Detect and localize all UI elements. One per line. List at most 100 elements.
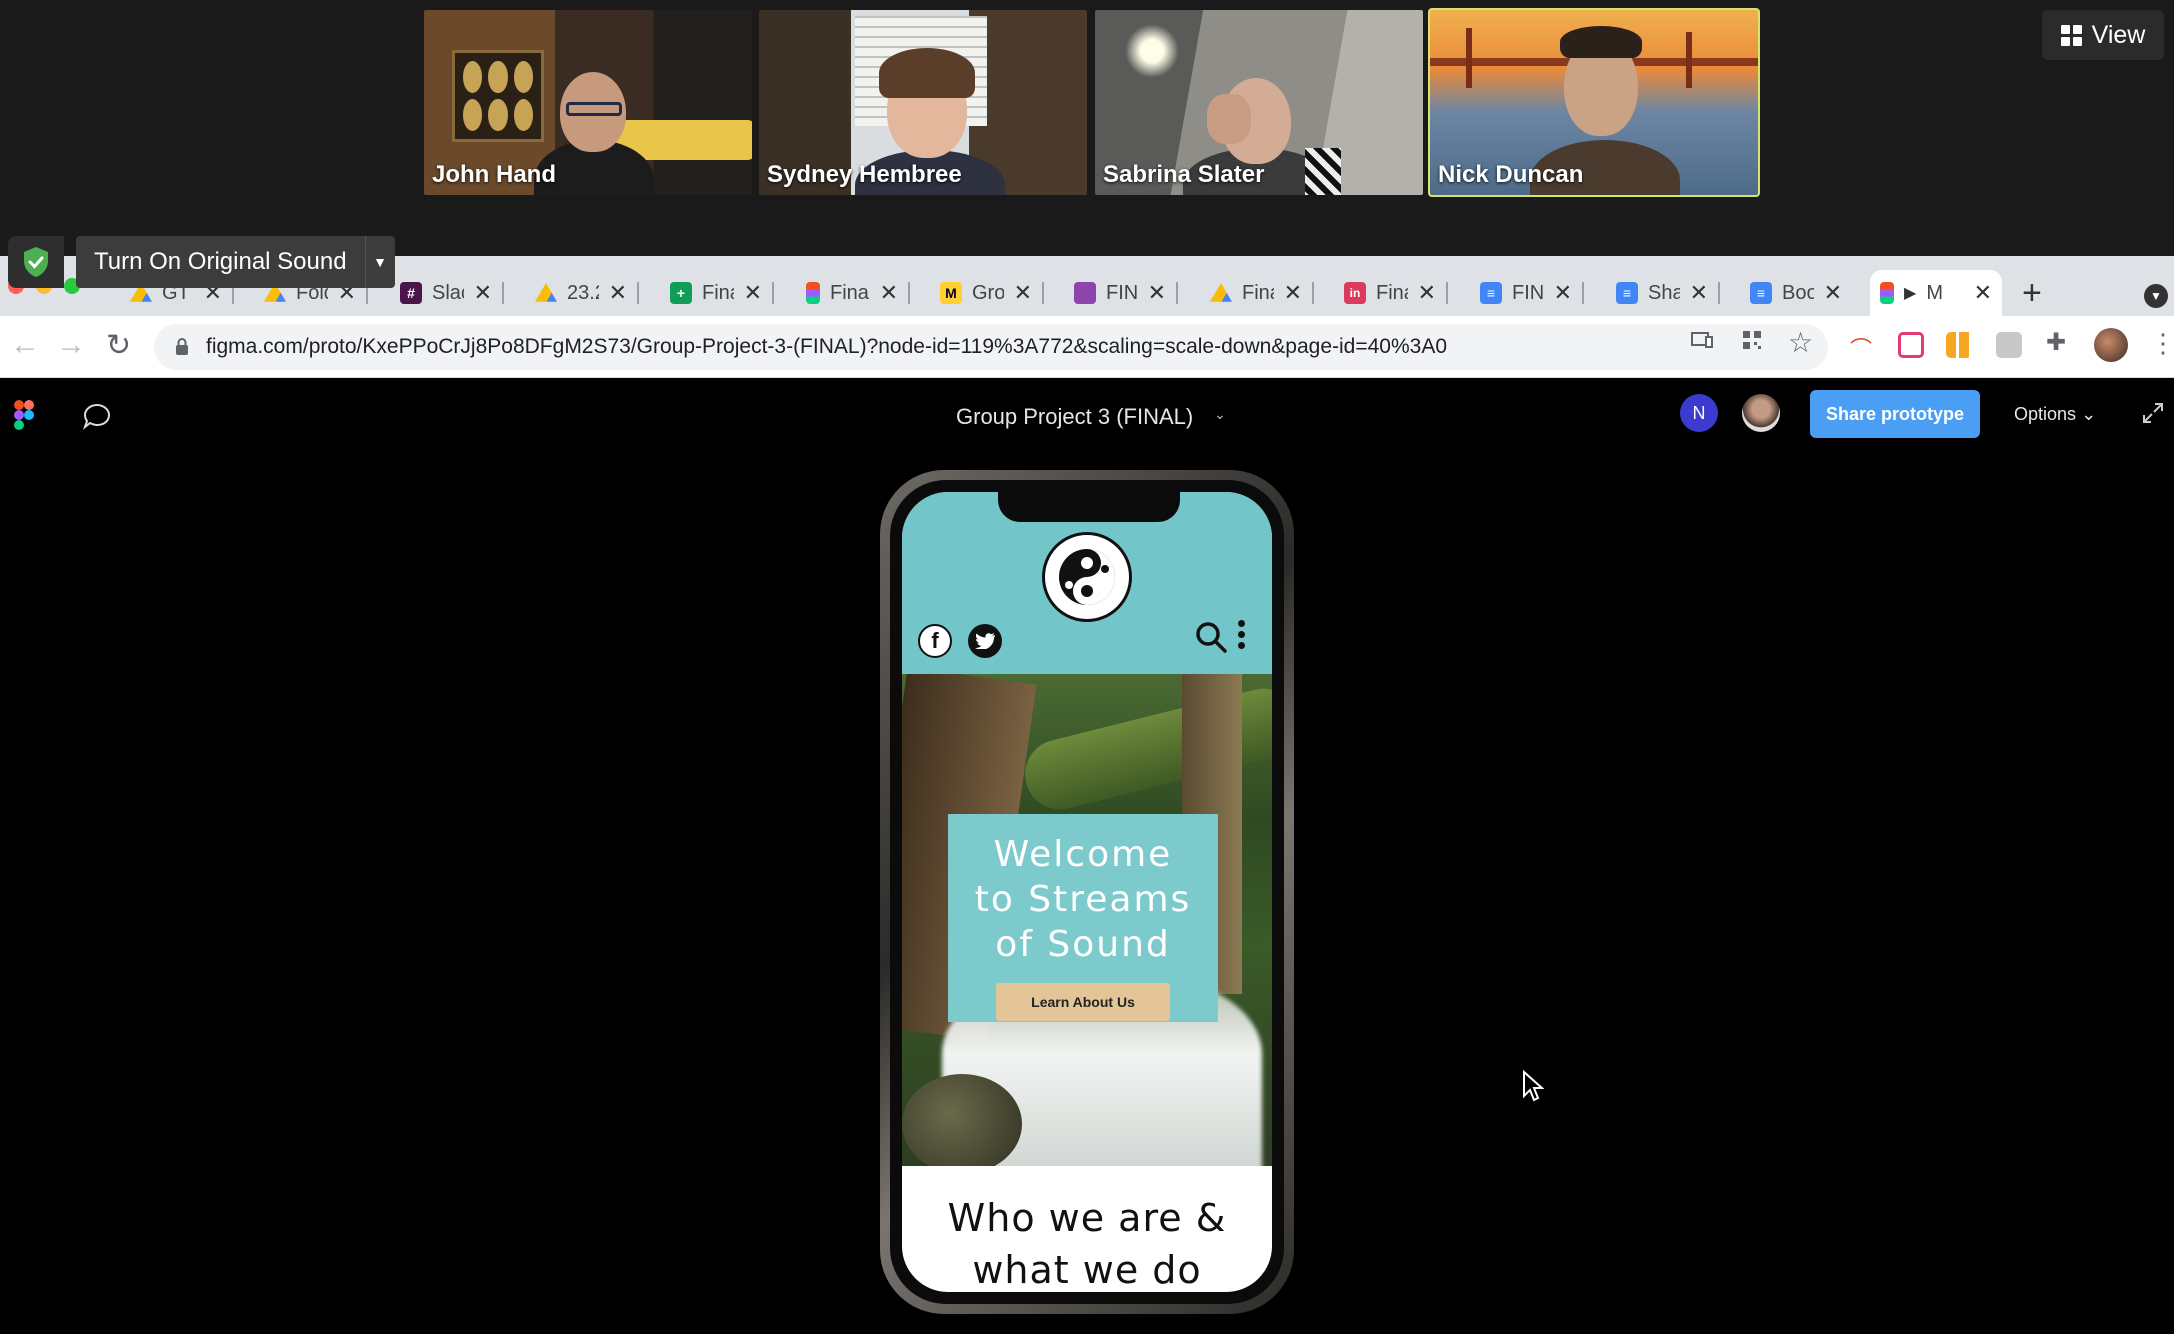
options-menu-button[interactable]: Options ⌄ xyxy=(2014,404,2096,425)
hero-forest-image: Welcome to Streams of Sound Learn About … xyxy=(902,674,1272,1166)
browser-tab[interactable]: ≡ Boo ✕ xyxy=(1740,270,1852,316)
google-docs-icon: ≡ xyxy=(1480,282,1502,304)
arc-extension-icon[interactable]: ⌒ xyxy=(1850,332,1876,362)
close-tab-icon[interactable]: ✕ xyxy=(1014,280,1032,306)
close-tab-icon[interactable]: ✕ xyxy=(1554,280,1572,306)
participant-tile-active[interactable]: Nick Duncan xyxy=(1428,8,1760,197)
tab-title: Shar xyxy=(1648,281,1680,304)
close-tab-icon[interactable]: ✕ xyxy=(880,280,898,306)
tab-title: M xyxy=(1926,281,1943,304)
browser-tab[interactable]: 23.2 ✕ xyxy=(525,270,639,316)
browser-tab[interactable]: Fina ✕ xyxy=(796,270,910,316)
figma-icon xyxy=(806,282,820,304)
welcome-card: Welcome to Streams of Sound Learn About … xyxy=(948,814,1218,1022)
person-hair xyxy=(879,48,975,98)
lock-icon xyxy=(176,338,188,355)
close-tab-icon[interactable]: ✕ xyxy=(1690,280,1708,306)
chevron-down-icon: ⌄ xyxy=(2081,404,2097,424)
participant-name: John Hand xyxy=(432,161,556,188)
browser-tab[interactable]: ≡ FIN/ ✕ xyxy=(1470,270,1584,316)
phone-frame: f Welcome to Streams of Sound Learn Abou… xyxy=(880,470,1294,1314)
bridge-tower xyxy=(1466,28,1472,88)
google-drive-icon xyxy=(535,283,557,302)
invision-icon xyxy=(1074,282,1096,304)
back-arrow-icon[interactable]: ← xyxy=(10,328,40,362)
close-tab-icon[interactable]: ✕ xyxy=(1284,280,1302,306)
original-sound-control: Turn On Original Sound ▼ xyxy=(8,236,395,288)
collaborator-avatar[interactable] xyxy=(1742,394,1780,432)
profile-avatar[interactable] xyxy=(2094,328,2128,362)
notion-extension-icon[interactable] xyxy=(1996,332,2022,358)
gallery-grid-icon xyxy=(2060,24,2082,46)
play-icon: ▶ xyxy=(1904,285,1917,302)
close-tab-icon[interactable]: ✕ xyxy=(609,280,627,306)
wall-art xyxy=(452,50,544,142)
tab-title: Fina xyxy=(1242,281,1274,304)
learn-about-us-button[interactable]: Learn About Us xyxy=(996,983,1170,1021)
close-tab-icon[interactable]: ✕ xyxy=(1974,280,1992,306)
zoom-gallery-bar: John Hand Sydney Hembree Sabrina Slater … xyxy=(0,0,2174,256)
yin-yang-logo-icon xyxy=(1059,549,1115,605)
browser-tab[interactable]: FIN/ ✕ xyxy=(1064,270,1178,316)
miro-icon: M xyxy=(940,282,962,304)
grid-extension-icon[interactable] xyxy=(1946,332,1972,358)
facebook-icon[interactable]: f xyxy=(918,624,952,658)
user-avatar[interactable]: N xyxy=(1680,394,1718,432)
close-tab-icon[interactable]: ✕ xyxy=(744,280,762,306)
close-tab-icon[interactable]: ✕ xyxy=(1418,280,1436,306)
browser-tab[interactable]: M Grou ✕ xyxy=(930,270,1044,316)
participant-tile[interactable]: Sabrina Slater xyxy=(1095,10,1423,195)
more-vertical-icon[interactable] xyxy=(1238,620,1245,649)
close-tab-icon[interactable]: ✕ xyxy=(1148,280,1166,306)
comment-icon[interactable] xyxy=(82,402,112,430)
shield-check-icon[interactable] xyxy=(8,236,64,288)
tab-search-chevron-icon[interactable]: ▼ xyxy=(2144,284,2168,308)
fullscreen-expand-icon[interactable] xyxy=(2142,402,2164,424)
chevron-down-icon[interactable]: ▼ xyxy=(364,236,395,288)
share-prototype-button[interactable]: Share prototype xyxy=(1810,390,1980,438)
qr-code-icon[interactable] xyxy=(1740,328,1764,352)
browser-tab[interactable]: ≡ Shar ✕ xyxy=(1606,270,1720,316)
view-button[interactable]: View xyxy=(2042,10,2164,60)
browser-toolbar: ← → ↻ figma.com/proto/KxePPoCrJj8Po8DFgM… xyxy=(0,316,2174,378)
browser-tab-active[interactable]: ▶ M ✕ xyxy=(1870,270,2002,316)
google-sheets-icon: + xyxy=(670,282,692,304)
participant-tile[interactable]: Sydney Hembree xyxy=(759,10,1087,195)
google-docs-icon: ≡ xyxy=(1616,282,1638,304)
twitter-icon[interactable] xyxy=(968,624,1002,658)
streams-of-sound-logo[interactable] xyxy=(1042,532,1132,622)
close-tab-icon[interactable]: ✕ xyxy=(1824,280,1842,306)
prototype-screen[interactable]: f Welcome to Streams of Sound Learn Abou… xyxy=(902,492,1272,1292)
ceiling-light xyxy=(1125,24,1179,78)
search-icon[interactable] xyxy=(1194,620,1228,654)
person-hair xyxy=(1560,26,1642,58)
participant-tile[interactable]: John Hand xyxy=(424,10,752,195)
browser-menu-icon[interactable]: ⋮ xyxy=(2150,328,2174,359)
browser-tab[interactable]: + Fina ✕ xyxy=(660,270,774,316)
new-tab-plus-icon[interactable]: + xyxy=(2022,274,2042,313)
address-bar[interactable]: figma.com/proto/KxePPoCrJj8Po8DFgM2S73/G… xyxy=(154,324,1828,370)
person-hand xyxy=(1207,94,1251,144)
extensions-puzzle-icon[interactable]: ✚ xyxy=(2046,328,2066,357)
bookmark-star-icon[interactable]: ☆ xyxy=(1788,326,1813,359)
bridge-tower xyxy=(1686,32,1692,88)
tab-title: Fina xyxy=(830,281,869,304)
browser-tab[interactable]: in Fina ✕ xyxy=(1334,270,1448,316)
participant-name: Sabrina Slater xyxy=(1103,161,1265,188)
forward-arrow-icon[interactable]: → xyxy=(56,328,86,362)
turn-on-original-sound-button[interactable]: Turn On Original Sound xyxy=(76,236,365,288)
close-tab-icon[interactable]: ✕ xyxy=(474,280,492,306)
reload-icon[interactable]: ↻ xyxy=(106,328,131,363)
cast-device-icon[interactable] xyxy=(1690,328,1714,352)
color-extension-icon[interactable] xyxy=(1898,332,1924,358)
phone-bezel: f Welcome to Streams of Sound Learn Abou… xyxy=(890,480,1284,1304)
figma-icon xyxy=(1880,282,1894,304)
tab-title: Fina xyxy=(1376,281,1408,304)
figma-logo-icon[interactable] xyxy=(14,400,34,430)
browser-tab[interactable]: # Slac ✕ xyxy=(390,270,504,316)
tab-title: 23.2 xyxy=(567,281,599,304)
file-title[interactable]: Group Project 3 (FINAL) xyxy=(956,404,1193,430)
browser-tab[interactable]: Fina ✕ xyxy=(1200,270,1314,316)
tab-title: Boo xyxy=(1782,281,1814,304)
chevron-down-icon[interactable]: ⌄ xyxy=(1214,406,1226,423)
